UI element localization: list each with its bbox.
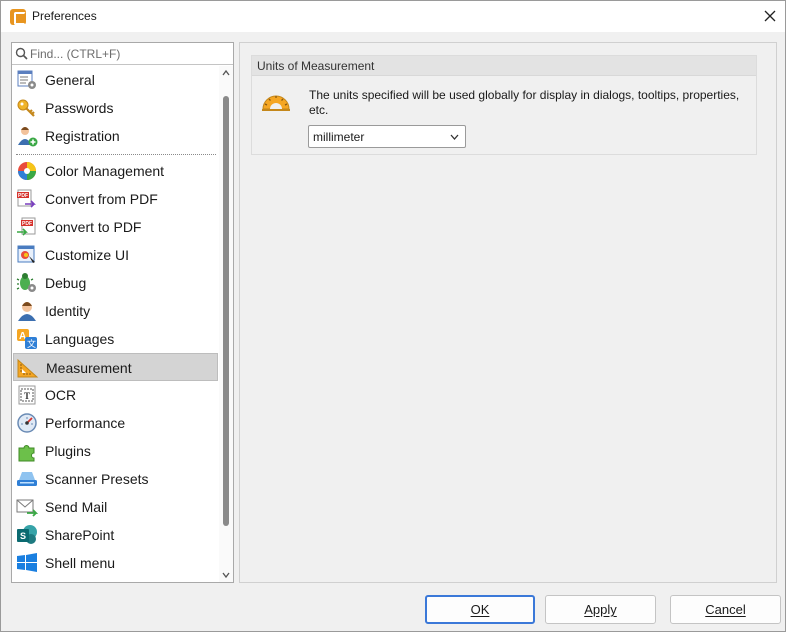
sidebar-item-label: OCR xyxy=(45,387,77,403)
sidebar-item-label: Debug xyxy=(45,275,87,291)
category-list: General Passwords Registration Color Man… xyxy=(12,66,219,582)
sidebar-item-debug[interactable]: Debug xyxy=(13,269,218,297)
sidebar-item-label: Convert to PDF xyxy=(45,219,142,235)
windows-icon xyxy=(17,553,37,572)
sidebar-item-send-mail[interactable]: Send Mail xyxy=(13,493,218,521)
svg-text:PDF: PDF xyxy=(22,221,32,227)
sidebar-item-languages[interactable]: A文 Languages xyxy=(13,325,218,353)
title-bar: Preferences xyxy=(1,1,785,32)
sidebar-item-color-management[interactable]: Color Management xyxy=(13,157,218,185)
person-icon xyxy=(18,302,36,321)
sidebar-item-label: Languages xyxy=(45,331,115,347)
sidebar-item-general[interactable]: General xyxy=(13,66,218,94)
speedometer-icon xyxy=(17,413,37,433)
scroll-down-icon[interactable] xyxy=(221,570,231,580)
sharepoint-icon: S xyxy=(17,525,37,544)
settings-panel: Units of Measurement The units specified… xyxy=(239,42,777,583)
sidebar-item-label: Customize UI xyxy=(45,247,130,263)
sidebar-item-label: Measurement xyxy=(46,360,132,376)
units-group: Units of Measurement The units specified… xyxy=(251,55,757,155)
general-settings-icon xyxy=(17,70,36,89)
svg-text:文: 文 xyxy=(27,338,36,350)
list-separator xyxy=(16,154,216,155)
sidebar-item-label: Scanner Presets xyxy=(45,471,149,487)
sidebar-item-label: Color Management xyxy=(45,163,165,179)
cancel-button[interactable]: Cancel xyxy=(670,595,781,624)
units-dropdown[interactable]: millimeter xyxy=(308,125,466,148)
sidebar-item-label: Passwords xyxy=(45,100,114,116)
units-description: The units specified will be used globall… xyxy=(309,88,740,117)
sidebar-item-plugins[interactable]: Plugins xyxy=(13,437,218,465)
sidebar-item-scanner-presets[interactable]: Scanner Presets xyxy=(13,465,218,493)
close-icon xyxy=(764,10,776,22)
apply-button[interactable]: Apply xyxy=(545,595,656,624)
ok-button[interactable]: OK xyxy=(425,595,535,624)
bug-icon xyxy=(16,273,36,292)
sidebar-item-measurement[interactable]: Measurement xyxy=(13,353,218,381)
scanner-icon xyxy=(17,472,37,486)
sidebar-item-shell-menu[interactable]: Shell menu xyxy=(13,549,218,577)
user-add-icon xyxy=(18,127,38,147)
sidebar-item-label: General xyxy=(45,72,95,88)
color-wheel-icon xyxy=(18,162,36,180)
close-button[interactable] xyxy=(753,1,786,32)
pdf-export-icon: PDF xyxy=(17,189,36,208)
ocr-icon: T xyxy=(18,385,36,405)
sidebar-item-convert-to-pdf[interactable]: PDF Convert to PDF xyxy=(13,213,218,241)
sidebar-item-label: Registration xyxy=(45,128,120,144)
sidebar-item-label: Shell menu xyxy=(45,555,116,571)
category-scrollbar[interactable] xyxy=(219,66,233,582)
sidebar-item-label: Convert from PDF xyxy=(45,191,158,207)
svg-text:T: T xyxy=(24,391,30,401)
sidebar-item-ocr[interactable]: T OCR xyxy=(13,381,218,409)
customize-ui-icon xyxy=(17,245,35,263)
svg-text:PDF: PDF xyxy=(18,193,28,199)
scroll-up-icon[interactable] xyxy=(221,68,231,78)
sidebar-item-identity[interactable]: Identity xyxy=(13,297,218,325)
app-logo-icon xyxy=(10,9,26,25)
ruler-triangle-icon xyxy=(17,358,39,378)
search-box xyxy=(12,43,233,65)
group-header: Units of Measurement xyxy=(252,56,756,76)
group-title: Units of Measurement xyxy=(257,59,375,73)
search-input[interactable] xyxy=(30,45,230,62)
languages-icon: A文 xyxy=(17,329,37,350)
sidebar-item-sharepoint[interactable]: S SharePoint xyxy=(13,521,218,549)
sidebar-item-label: Plugins xyxy=(45,443,91,459)
pdf-import-icon: PDF xyxy=(17,217,36,236)
category-panel: General Passwords Registration Color Man… xyxy=(11,42,234,583)
chevron-down-icon xyxy=(450,134,459,140)
sidebar-item-label: Send Mail xyxy=(45,499,108,515)
sidebar-item-label: Performance xyxy=(45,415,126,431)
sidebar-item-customize-ui[interactable]: Customize UI xyxy=(13,241,218,269)
window-title: Preferences xyxy=(32,9,97,23)
scrollbar-thumb[interactable] xyxy=(223,96,229,526)
sidebar-item-convert-from-pdf[interactable]: PDF Convert from PDF xyxy=(13,185,218,213)
svg-text:S: S xyxy=(20,531,26,541)
sidebar-item-label: Identity xyxy=(45,303,91,319)
sidebar-item-registration[interactable]: Registration xyxy=(13,122,218,150)
preferences-window: Preferences General Passwords Registrati… xyxy=(0,0,786,632)
protractor-icon xyxy=(262,95,290,111)
sidebar-item-performance[interactable]: Performance xyxy=(13,409,218,437)
key-icon xyxy=(17,99,35,117)
puzzle-icon xyxy=(18,445,35,462)
mail-icon xyxy=(16,499,38,517)
sidebar-item-label: SharePoint xyxy=(45,527,115,543)
units-selected-value: millimeter xyxy=(313,130,365,144)
sidebar-item-passwords[interactable]: Passwords xyxy=(13,94,218,122)
search-icon xyxy=(15,47,28,60)
